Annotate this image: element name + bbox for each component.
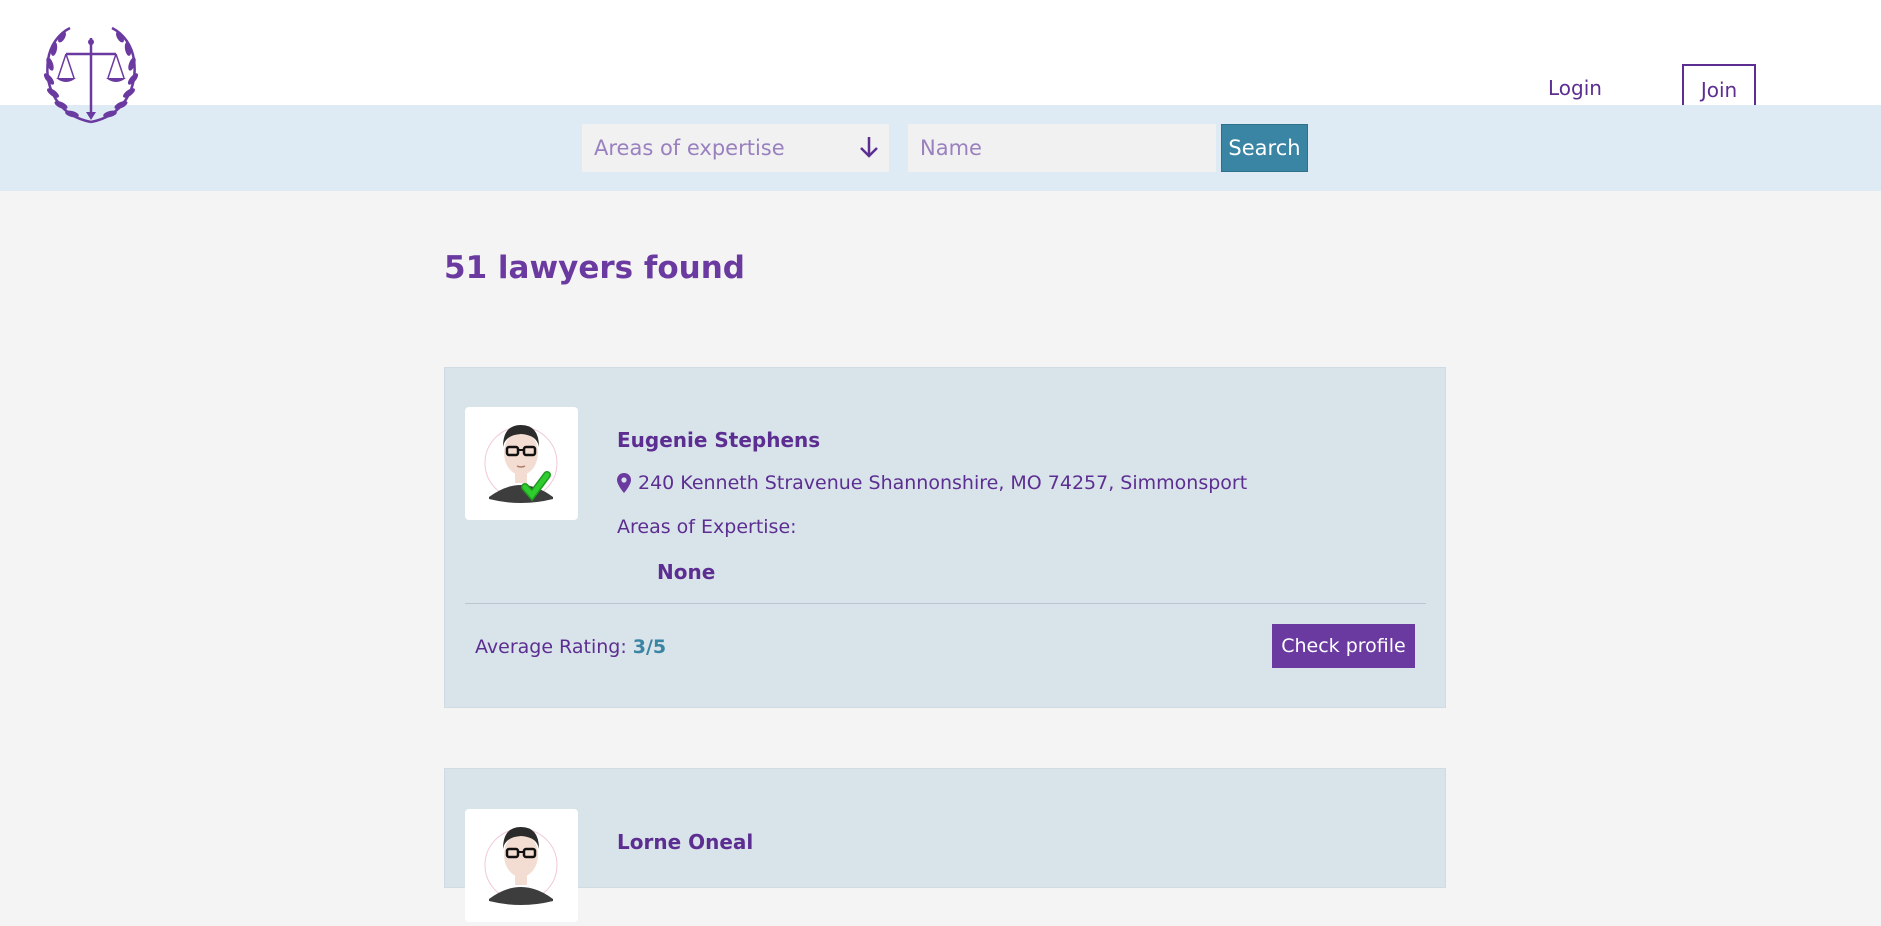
check-profile-button[interactable]: Check profile bbox=[1272, 624, 1415, 668]
expertise-value: None bbox=[657, 560, 716, 584]
login-link[interactable]: Login bbox=[1548, 76, 1602, 100]
results-count-heading: 51 lawyers found bbox=[444, 250, 745, 286]
lawyer-name[interactable]: Lorne Oneal bbox=[617, 830, 753, 854]
name-input[interactable] bbox=[908, 124, 1216, 172]
verified-avatar-icon bbox=[465, 407, 578, 520]
lawyer-name[interactable]: Eugenie Stephens bbox=[617, 428, 820, 452]
lawyer-address: 240 Kenneth Stravenue Shannonshire, MO 7… bbox=[617, 472, 1247, 494]
expertise-label: Areas of Expertise: bbox=[617, 516, 797, 538]
expertise-select[interactable]: Areas of expertise bbox=[582, 124, 889, 172]
map-pin-icon bbox=[617, 473, 631, 493]
rating-value: 3/5 bbox=[632, 636, 667, 658]
lawyer-card: Lorne Oneal bbox=[444, 768, 1446, 922]
expertise-select-value: Areas of expertise bbox=[594, 136, 785, 160]
card-divider bbox=[465, 603, 1426, 604]
arrow-down-icon bbox=[857, 134, 881, 160]
lawyer-card: Eugenie Stephens 240 Kenneth Stravenue S… bbox=[444, 367, 1446, 708]
average-rating: Average Rating: 3/5 bbox=[475, 636, 666, 658]
rating-label: Average Rating: bbox=[475, 636, 627, 658]
verified-avatar-icon bbox=[465, 809, 578, 922]
site-header: Login Join bbox=[0, 0, 1881, 115]
scales-of-justice-logo-icon[interactable] bbox=[42, 24, 140, 128]
search-button[interactable]: Search bbox=[1221, 124, 1308, 172]
address-text: 240 Kenneth Stravenue Shannonshire, MO 7… bbox=[638, 472, 1248, 494]
